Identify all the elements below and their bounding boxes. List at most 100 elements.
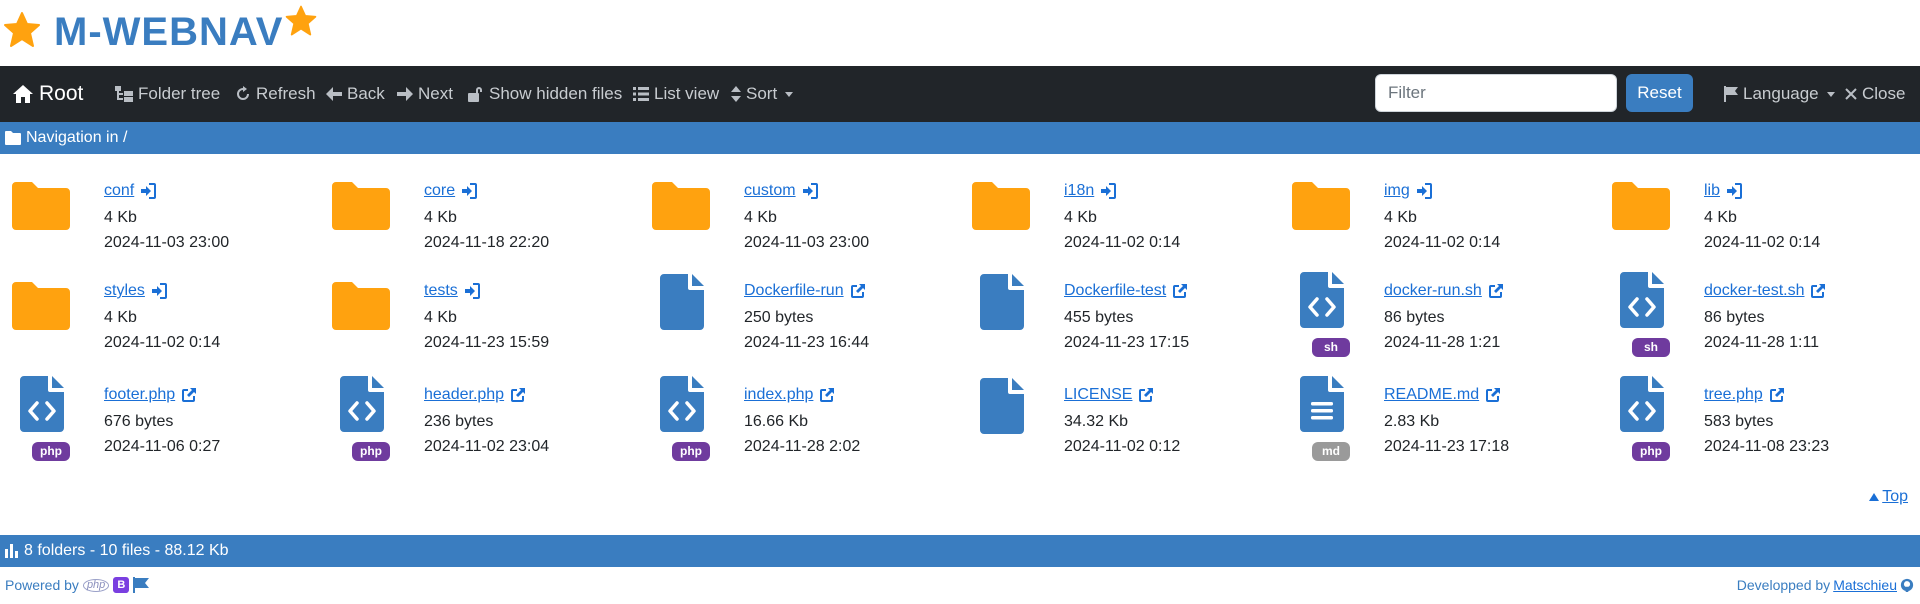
item-size: 2.83 Kb bbox=[1384, 413, 1440, 430]
item-date: 2024-11-23 15:59 bbox=[424, 334, 550, 351]
enter-icon bbox=[1101, 183, 1117, 199]
file-item[interactable]: php tree.php 583 bytes 2024-11-08 23:23 bbox=[1612, 358, 1920, 461]
item-icon-box[interactable] bbox=[1292, 154, 1372, 254]
item-name-link[interactable]: LICENSE bbox=[1064, 386, 1154, 404]
folder-item[interactable]: conf 4 Kb 2024-11-03 23:00 bbox=[12, 154, 332, 254]
file-item[interactable]: php footer.php 676 bytes 2024-11-06 0:27 bbox=[12, 358, 332, 461]
back-button[interactable]: Back bbox=[326, 66, 385, 122]
item-name-link[interactable]: docker-test.sh bbox=[1704, 282, 1826, 300]
item-date: 2024-11-02 0:14 bbox=[104, 334, 221, 351]
item-name-link[interactable]: header.php bbox=[424, 386, 526, 404]
item-icon-box[interactable] bbox=[652, 154, 732, 254]
file-item[interactable]: php index.php 16.66 Kb 2024-11-28 2:02 bbox=[652, 358, 972, 461]
item-name-link[interactable]: footer.php bbox=[104, 386, 197, 404]
item-icon-box[interactable]: md bbox=[1292, 358, 1372, 461]
close-button[interactable]: Close bbox=[1845, 66, 1905, 122]
folder-item[interactable]: img 4 Kb 2024-11-02 0:14 bbox=[1292, 154, 1612, 254]
item-name-link[interactable]: index.php bbox=[744, 386, 835, 404]
folder-icon bbox=[5, 131, 21, 145]
next-button[interactable]: Next bbox=[397, 66, 453, 122]
item-name: footer.php bbox=[104, 386, 176, 403]
file-icon bbox=[980, 274, 1024, 330]
item-name-link[interactable]: lib bbox=[1704, 182, 1743, 200]
item-name-link[interactable]: conf bbox=[104, 182, 157, 200]
file-item[interactable]: php header.php 236 bytes 2024-11-02 23:04 bbox=[332, 358, 652, 461]
close-icon bbox=[1845, 88, 1857, 100]
file-item[interactable]: Dockerfile-test 455 bytes 2024-11-23 17:15 bbox=[972, 254, 1292, 354]
file-item[interactable]: md README.md 2.83 Kb 2024-11-23 17:18 bbox=[1292, 358, 1612, 461]
refresh-icon bbox=[237, 86, 249, 100]
folder-item[interactable]: styles 4 Kb 2024-11-02 0:14 bbox=[12, 254, 332, 354]
item-icon-box[interactable] bbox=[332, 154, 412, 254]
unlock-icon bbox=[468, 87, 482, 102]
item-name-link[interactable]: tests bbox=[424, 282, 480, 300]
item-name-link[interactable]: i18n bbox=[1064, 182, 1117, 200]
file-code-icon bbox=[660, 376, 704, 432]
show-hidden-button[interactable]: Show hidden files bbox=[468, 66, 622, 122]
item-name: Dockerfile-test bbox=[1064, 282, 1167, 299]
item-icon-box[interactable] bbox=[12, 254, 92, 354]
item-name-link[interactable]: docker-run.sh bbox=[1384, 282, 1504, 300]
item-icon-box[interactable]: php bbox=[12, 358, 92, 461]
item-name-link[interactable]: styles bbox=[104, 282, 167, 300]
folder-icon bbox=[12, 182, 70, 230]
item-icon-box[interactable] bbox=[972, 358, 1052, 458]
enter-icon bbox=[1416, 183, 1432, 199]
app-header: M-WEBNAV bbox=[0, 0, 1920, 66]
file-item[interactable]: LICENSE 34.32 Kb 2024-11-02 0:12 bbox=[972, 358, 1292, 458]
item-icon-box[interactable] bbox=[972, 254, 1052, 354]
item-icon-box[interactable]: sh bbox=[1612, 254, 1692, 357]
item-icon-box[interactable]: php bbox=[1612, 358, 1692, 461]
item-icon-box[interactable] bbox=[332, 254, 412, 354]
item-icon-box[interactable] bbox=[1612, 154, 1692, 254]
refresh-button[interactable]: Refresh bbox=[235, 66, 316, 122]
language-dropdown[interactable]: Language bbox=[1724, 66, 1835, 122]
folder-item[interactable]: i18n 4 Kb 2024-11-02 0:14 bbox=[972, 154, 1292, 254]
item-name-link[interactable]: tree.php bbox=[1704, 386, 1785, 404]
bar-chart-icon bbox=[5, 544, 18, 558]
item-name: docker-test.sh bbox=[1704, 282, 1805, 299]
item-icon-box[interactable]: php bbox=[332, 358, 412, 461]
item-name-link[interactable]: custom bbox=[744, 182, 818, 200]
item-name-link[interactable]: Dockerfile-run bbox=[744, 282, 866, 300]
file-item[interactable]: Dockerfile-run 250 bytes 2024-11-23 16:44 bbox=[652, 254, 972, 354]
author-link[interactable]: Matschieu bbox=[1833, 577, 1897, 593]
item-icon-box[interactable] bbox=[972, 154, 1052, 254]
list-view-button[interactable]: List view bbox=[633, 66, 719, 122]
sort-dropdown[interactable]: Sort bbox=[731, 66, 794, 122]
folder-item[interactable]: core 4 Kb 2024-11-18 22:20 bbox=[332, 154, 652, 254]
file-item[interactable]: sh docker-run.sh 86 bytes 2024-11-28 1:21 bbox=[1292, 254, 1612, 357]
item-name: core bbox=[424, 182, 456, 199]
folder-icon bbox=[332, 282, 390, 330]
filter-input[interactable] bbox=[1375, 74, 1617, 112]
item-name-link[interactable]: Dockerfile-test bbox=[1064, 282, 1188, 300]
folder-item[interactable]: lib 4 Kb 2024-11-02 0:14 bbox=[1612, 154, 1920, 254]
top-link[interactable]: Top bbox=[1869, 488, 1908, 506]
file-icon bbox=[660, 274, 704, 330]
folder-tree-button[interactable]: Folder tree bbox=[115, 66, 220, 122]
file-code-icon bbox=[20, 376, 64, 432]
powered-by: Powered by php B bbox=[5, 577, 150, 593]
item-name-link[interactable]: img bbox=[1384, 182, 1432, 200]
root-button[interactable]: Root bbox=[12, 66, 83, 122]
app-title: M-WEBNAV bbox=[54, 10, 284, 54]
item-size: 4 Kb bbox=[744, 209, 777, 226]
item-icon-box[interactable] bbox=[652, 254, 732, 354]
chevron-down-icon bbox=[785, 91, 794, 97]
reset-button[interactable]: Reset bbox=[1626, 74, 1693, 112]
folder-item[interactable]: tests 4 Kb 2024-11-23 15:59 bbox=[332, 254, 652, 354]
item-name-link[interactable]: core bbox=[424, 182, 478, 200]
item-icon-box[interactable] bbox=[12, 154, 92, 254]
file-type-badge: php bbox=[672, 442, 710, 461]
item-icon-box[interactable]: php bbox=[652, 358, 732, 461]
folder-item[interactable]: custom 4 Kb 2024-11-03 23:00 bbox=[652, 154, 972, 254]
item-date: 2024-11-02 0:12 bbox=[1064, 438, 1181, 455]
item-name-link[interactable]: README.md bbox=[1384, 386, 1501, 404]
item-icon-box[interactable]: sh bbox=[1292, 254, 1372, 357]
file-item[interactable]: sh docker-test.sh 86 bytes 2024-11-28 1:11 bbox=[1612, 254, 1920, 357]
folder-tree-icon bbox=[115, 86, 133, 102]
external-link-icon bbox=[1769, 388, 1784, 402]
folder-tree-label: Folder tree bbox=[138, 84, 221, 103]
item-name: header.php bbox=[424, 386, 505, 403]
enter-icon bbox=[462, 183, 478, 199]
